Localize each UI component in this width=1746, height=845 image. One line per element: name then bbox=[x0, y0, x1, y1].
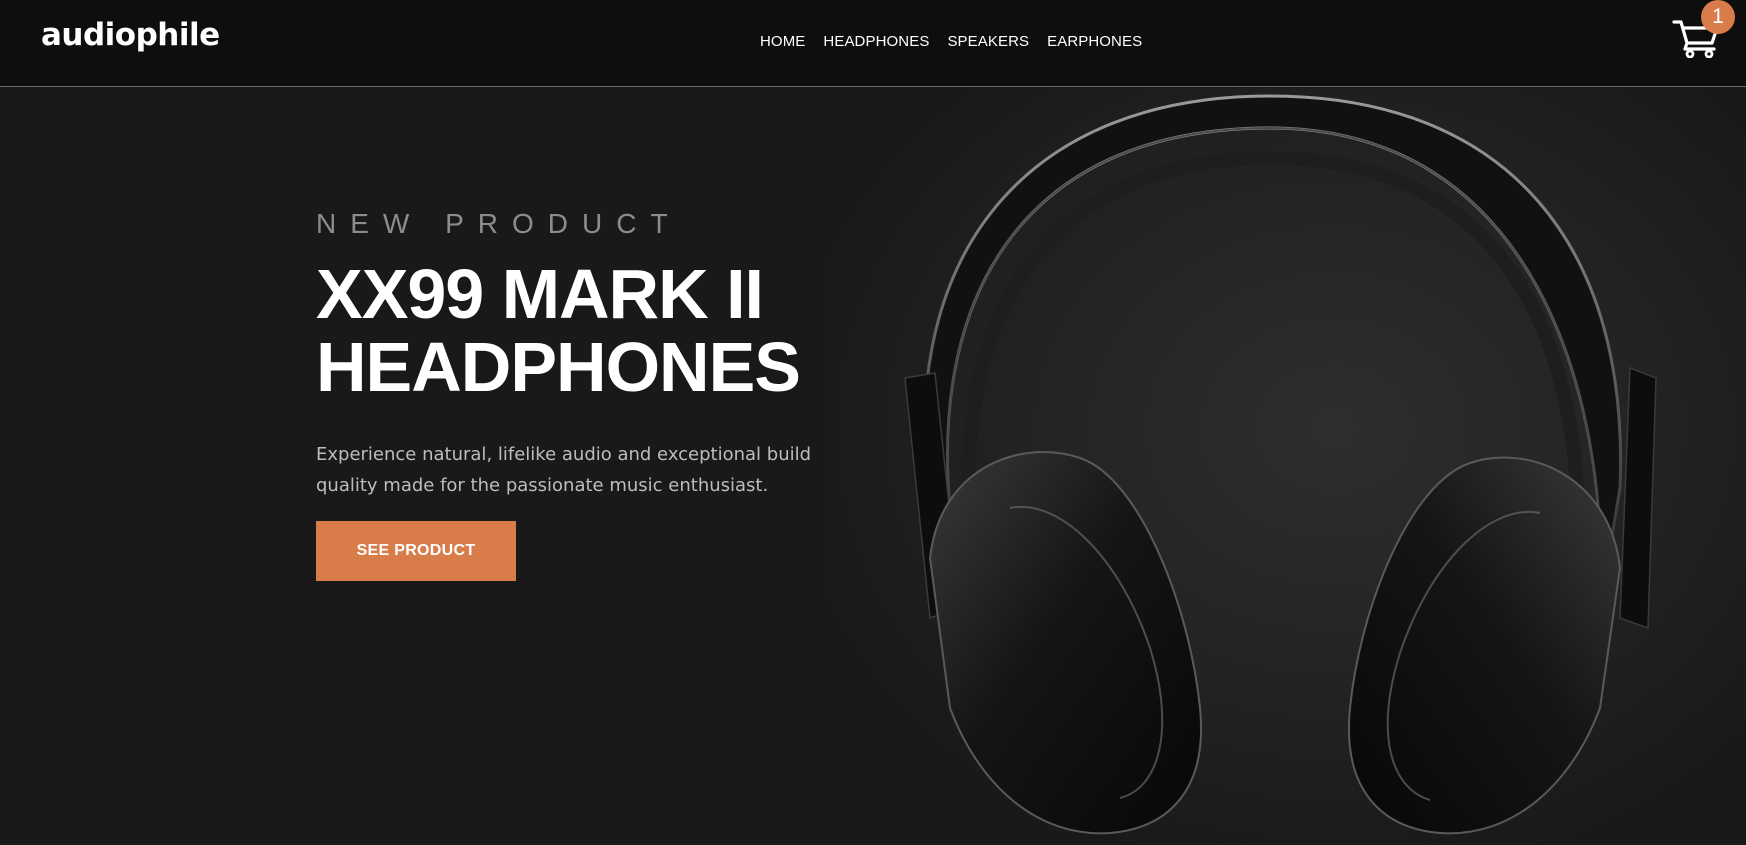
nav-link-home[interactable]: HOME bbox=[760, 33, 805, 50]
logo[interactable]: audiophile bbox=[41, 17, 220, 53]
nav-link-headphones[interactable]: HEADPHONES bbox=[823, 33, 929, 50]
hero-description: Experience natural, lifelike audio and e… bbox=[316, 444, 812, 496]
nav-link-speakers[interactable]: SPEAKERS bbox=[947, 33, 1029, 50]
hero-section: NEW PRODUCT XX99 MARK II HEADPHONES Expe… bbox=[0, 88, 1746, 845]
page: audiophile HOME HEADPHONES SPEAKERS EARP… bbox=[0, 0, 1746, 845]
hero-title-line-2: HEADPHONES bbox=[316, 328, 801, 406]
hero-eyebrow: NEW PRODUCT bbox=[316, 208, 682, 239]
main-nav: HOME HEADPHONES SPEAKERS EARPHONES bbox=[760, 33, 1142, 50]
cart-count-badge: 1 bbox=[1701, 0, 1735, 34]
hero-title-line-1: XX99 MARK II bbox=[316, 255, 764, 333]
headphones-image bbox=[830, 88, 1746, 845]
site-header: audiophile HOME HEADPHONES SPEAKERS EARP… bbox=[0, 0, 1746, 87]
hero-content: NEW PRODUCT XX99 MARK II HEADPHONES Expe… bbox=[316, 208, 836, 581]
see-product-button[interactable]: SEE PRODUCT bbox=[316, 521, 516, 581]
nav-link-earphones[interactable]: EARPHONES bbox=[1047, 33, 1142, 50]
hero-title: XX99 MARK II HEADPHONES bbox=[316, 258, 836, 404]
